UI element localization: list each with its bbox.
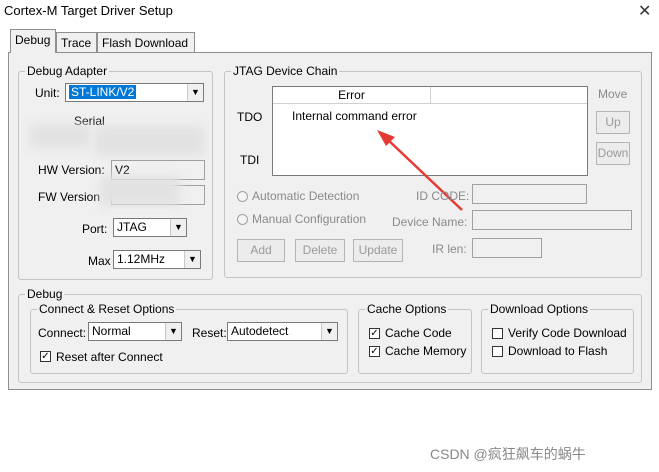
verify-code-download-label: Verify Code Download (508, 326, 627, 340)
device-name-label: Device Name: (392, 215, 468, 229)
cache-options-legend: Cache Options (367, 302, 447, 316)
annotation-arrow (377, 130, 463, 211)
auto-detect-radio[interactable] (237, 191, 248, 202)
ir-len-field[interactable] (472, 238, 542, 258)
tab-debug-label: Debug (15, 33, 51, 47)
connect-reset-legend: Connect & Reset Options (39, 302, 175, 316)
auto-detect-label: Automatic Detection (252, 189, 360, 203)
up-button[interactable]: Up (596, 111, 630, 134)
tab-debug[interactable]: Debug (10, 29, 56, 53)
manual-config-radio[interactable] (237, 214, 248, 225)
connect-select[interactable]: Normal ▼ (88, 322, 182, 341)
chevron-down-icon: ▼ (165, 323, 181, 340)
update-button[interactable]: Update (353, 239, 403, 262)
cache-code-label: Cache Code (385, 326, 452, 340)
device-name-field[interactable] (472, 210, 632, 230)
verify-code-download-checkbox[interactable] (492, 328, 503, 339)
move-label: Move (598, 87, 628, 101)
cache-memory-label: Cache Memory (385, 344, 467, 358)
reset-select[interactable]: Autodetect ▼ (227, 322, 338, 341)
chevron-down-icon: ▼ (321, 323, 337, 340)
reset-label: Reset: (192, 326, 227, 340)
add-button[interactable]: Add (237, 239, 285, 262)
download-to-flash-checkbox[interactable] (492, 346, 503, 357)
cache-code-checkbox[interactable]: ✓ (369, 328, 380, 339)
watermark-text: CSDN @疯狂飙车的蜗牛 (430, 446, 586, 462)
connect-value: Normal (92, 324, 131, 338)
debug-legend: Debug (27, 287, 63, 301)
download-to-flash-label: Download to Flash (508, 344, 608, 358)
reset-after-connect-checkbox[interactable]: ✓ (40, 351, 51, 362)
reset-value: Autodetect (231, 324, 289, 338)
id-code-field[interactable] (472, 184, 587, 204)
down-button[interactable]: Down (596, 142, 630, 165)
reset-after-connect-label: Reset after Connect (56, 350, 163, 364)
cache-memory-checkbox[interactable]: ✓ (369, 346, 380, 357)
ir-len-label: IR len: (432, 242, 467, 256)
download-options-legend: Download Options (490, 302, 589, 316)
manual-config-label: Manual Configuration (252, 212, 367, 226)
connect-label: Connect: (38, 326, 87, 340)
id-code-label: ID CODE: (416, 189, 470, 203)
delete-button[interactable]: Delete (295, 239, 345, 262)
